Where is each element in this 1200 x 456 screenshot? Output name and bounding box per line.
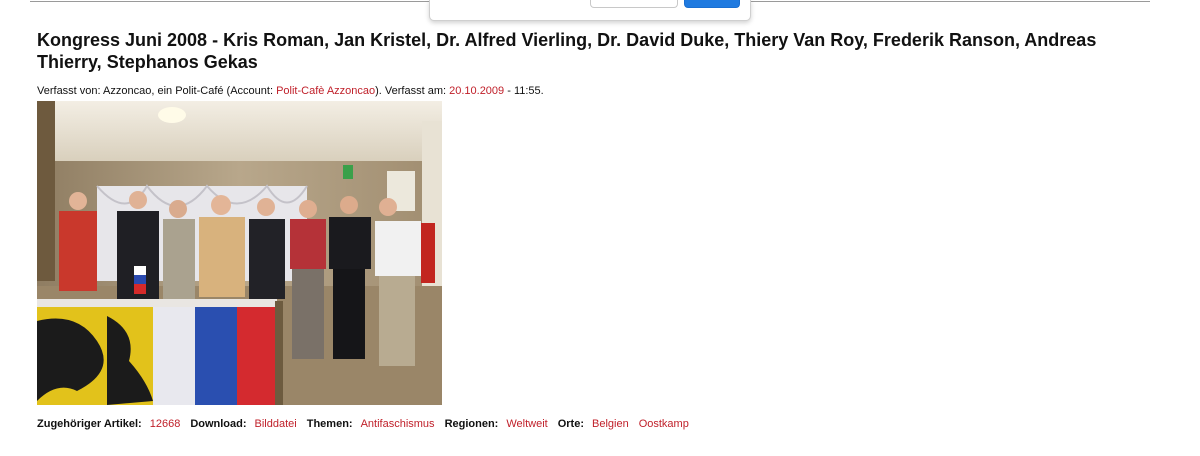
related-article-link[interactable]: 12668 — [150, 418, 181, 430]
place-link-oostkamp[interactable]: Oostkamp — [639, 418, 689, 430]
article-meta: Verfasst von: Azzoncao, ein Polit-Café (… — [37, 84, 544, 98]
time-text: - 11:55. — [504, 85, 544, 97]
download-label: Download: — [190, 418, 247, 430]
place-link-belgien[interactable]: Belgien — [592, 418, 629, 430]
date-link[interactable]: 20.10.2009 — [449, 85, 504, 97]
page-title: Kongress Juni 2008 - Kris Roman, Jan Kri… — [37, 30, 1097, 72]
dialog-secondary-button[interactable] — [590, 0, 678, 8]
article-photo — [37, 101, 442, 405]
account-link[interactable]: Polit-Cafè Azzoncao — [276, 85, 375, 97]
topic-link[interactable]: Antifaschismus — [361, 418, 435, 430]
related-label: Zugehöriger Artikel: — [37, 418, 142, 430]
topics-label: Themen: — [306, 418, 353, 430]
author-prefix: Verfasst von: Azzoncao, ein Polit-Café (… — [37, 85, 277, 97]
places-label: Orte: — [557, 418, 584, 430]
region-link[interactable]: Weltweit — [506, 418, 547, 430]
flag-table — [37, 299, 283, 405]
page: Kongress Juni 2008 - Kris Roman, Jan Kri… — [0, 0, 1200, 456]
dialog-primary-button[interactable] — [684, 0, 740, 8]
article-footer: Zugehöriger Artikel: 12668 Download: Bildda… — [37, 417, 689, 431]
regions-label: Regionen: — [444, 418, 499, 430]
photo-illustration — [37, 101, 442, 405]
overlay-dialog — [429, 0, 751, 21]
date-prefix: ). Verfasst am: — [375, 85, 450, 97]
download-link[interactable]: Bilddatei — [255, 418, 297, 430]
